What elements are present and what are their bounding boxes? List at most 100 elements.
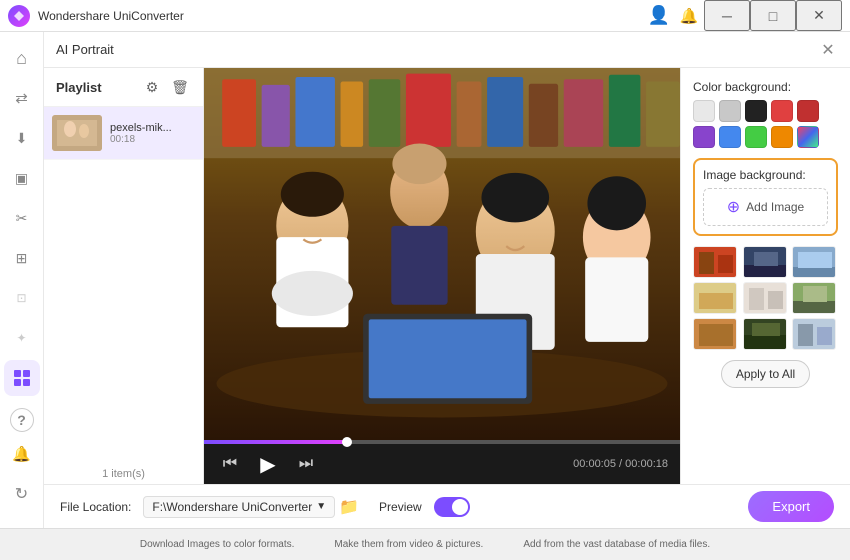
total-time: 00:00:18: [625, 458, 668, 470]
dialog-header: AI Portrait ✕: [44, 32, 850, 68]
user-icon-btn[interactable]: 👤: [644, 5, 674, 27]
bg-thumb-3[interactable]: [792, 246, 836, 278]
sidebar-help-btn[interactable]: ?: [10, 408, 34, 432]
forward-btn[interactable]: ⏭: [292, 450, 320, 478]
file-path-btn[interactable]: F:\Wondershare UniConverter ▼: [143, 496, 335, 518]
swatch-orange[interactable]: [771, 126, 793, 148]
color-bg-label: Color background:: [693, 80, 838, 94]
video-scene: [204, 68, 680, 440]
app-logo: [8, 5, 30, 27]
status-bar: Download Images to color formats. Make t…: [0, 528, 850, 560]
video-display: [204, 68, 680, 440]
progress-handle: [342, 437, 352, 447]
sidebar-item-home[interactable]: ⌂: [4, 40, 40, 76]
playlist-settings-btn[interactable]: ⚙: [141, 76, 163, 98]
file-path-text: F:\Wondershare UniConverter: [152, 500, 312, 514]
sidebar-refresh-btn[interactable]: ↻: [4, 476, 40, 512]
playlist-title: Playlist: [56, 80, 102, 95]
maximize-btn[interactable]: □: [750, 0, 796, 31]
playlist-item-name: pexels-mik...: [110, 122, 195, 134]
bottom-bar: File Location: F:\Wondershare UniConvert…: [44, 484, 850, 528]
export-btn[interactable]: Export: [748, 491, 834, 522]
close-btn[interactable]: ✕: [796, 0, 842, 31]
play-btn[interactable]: ▶: [252, 448, 284, 480]
playlist-item-duration: 00:18: [110, 134, 195, 145]
file-location-label: File Location:: [60, 500, 131, 514]
bg-thumb-4[interactable]: [693, 282, 737, 314]
preview-label: Preview: [379, 500, 422, 514]
right-panel: Color background:: [680, 68, 850, 484]
status-item-2: Make them from video & pictures.: [334, 539, 483, 550]
image-bg-section: Image background: ⊕ Add Image: [693, 158, 838, 236]
color-swatches: [693, 100, 838, 148]
bg-thumb-6[interactable]: [792, 282, 836, 314]
image-bg-label: Image background:: [703, 168, 828, 182]
sidebar: ⌂ ⇄ ⬇ ▣ ✂ ⊞ ⊡ ✦ ? 🔔 ↻: [0, 32, 44, 528]
app-title: Wondershare UniConverter: [38, 9, 341, 23]
titlebar: Wondershare UniConverter 👤 🔔 ─ □ ✕: [0, 0, 850, 32]
bg-thumbnails: [693, 246, 838, 350]
swatch-light-gray[interactable]: [719, 100, 741, 122]
swatch-multicolor[interactable]: [797, 126, 819, 148]
playlist-item[interactable]: pexels-mik... 00:18: [44, 107, 203, 160]
video-area: ⏮ ▶ ⏭ 00:00:05 / 00:00:18: [204, 68, 680, 484]
playlist-thumbnail: [52, 115, 102, 151]
bg-thumb-8[interactable]: [743, 318, 787, 350]
sidebar-bottom: ? 🔔 ↻: [4, 408, 40, 520]
swatch-black[interactable]: [745, 100, 767, 122]
bg-thumb-2[interactable]: [743, 246, 787, 278]
main-layout: ⌂ ⇄ ⬇ ▣ ✂ ⊞ ⊡ ✦ ? 🔔 ↻ AI Portrait ✕: [0, 32, 850, 528]
progress-bar[interactable]: [204, 440, 680, 444]
apply-all-btn[interactable]: Apply to All: [721, 360, 810, 388]
sidebar-bell-btn[interactable]: 🔔: [4, 436, 40, 472]
thumb-image: [52, 115, 102, 151]
bg-thumb-5[interactable]: [743, 282, 787, 314]
minimize-btn[interactable]: ─: [704, 0, 750, 31]
current-time: 00:00:05: [573, 458, 616, 470]
sidebar-item-screen[interactable]: ▣: [4, 160, 40, 196]
status-item-1: Download Images to color formats.: [140, 539, 295, 550]
playlist-header: Playlist ⚙ 🗑: [44, 68, 203, 107]
dialog-title: AI Portrait: [56, 42, 114, 57]
sidebar-item-scissors[interactable]: ✂: [4, 200, 40, 236]
toggle-knob: [452, 499, 468, 515]
sidebar-item-effects[interactable]: ✦: [4, 320, 40, 356]
playlist-panel: Playlist ⚙ 🗑: [44, 68, 204, 484]
notification-btn[interactable]: 🔔: [674, 5, 704, 27]
controls-row: ⏮ ▶ ⏭ 00:00:05 / 00:00:18: [204, 444, 680, 484]
bg-thumb-9[interactable]: [792, 318, 836, 350]
swatch-dark-red[interactable]: [797, 100, 819, 122]
swatch-red[interactable]: [771, 100, 793, 122]
sidebar-item-grid[interactable]: [4, 360, 40, 396]
swatch-green[interactable]: [745, 126, 767, 148]
progress-fill: [204, 440, 347, 444]
status-item-3: Add from the vast database of media file…: [523, 539, 710, 550]
dialog-close-btn[interactable]: ✕: [816, 38, 840, 62]
dialog-body: Playlist ⚙ 🗑: [44, 68, 850, 484]
preview-toggle[interactable]: [434, 497, 470, 517]
open-folder-btn[interactable]: 📁: [339, 497, 359, 517]
plus-icon: ⊕: [727, 197, 740, 217]
playlist-actions: ⚙ 🗑: [141, 76, 191, 98]
ai-portrait-dialog: AI Portrait ✕ Playlist ⚙ 🗑: [44, 32, 850, 528]
bg-thumb-1[interactable]: [693, 246, 737, 278]
item-count: 1 item(s): [44, 464, 203, 484]
swatch-purple[interactable]: [693, 126, 715, 148]
swatch-blue[interactable]: [719, 126, 741, 148]
rewind-btn[interactable]: ⏮: [216, 450, 244, 478]
sidebar-item-convert[interactable]: ⇄: [4, 80, 40, 116]
bg-thumb-7[interactable]: [693, 318, 737, 350]
sidebar-item-download[interactable]: ⬇: [4, 120, 40, 156]
swatch-white[interactable]: [693, 100, 715, 122]
add-image-btn[interactable]: ⊕ Add Image: [703, 188, 828, 226]
time-display: 00:00:05 / 00:00:18: [573, 458, 668, 470]
color-bg-section: Color background:: [693, 80, 838, 148]
file-path-display: F:\Wondershare UniConverter ▼ 📁: [143, 496, 359, 518]
playback-controls: ⏮ ▶ ⏭: [216, 448, 320, 480]
playlist-delete-btn[interactable]: 🗑: [169, 76, 191, 98]
content-area: AI Portrait ✕ Playlist ⚙ 🗑: [44, 32, 850, 528]
playlist-item-info: pexels-mik... 00:18: [110, 122, 195, 145]
sidebar-item-compress[interactable]: ⊡: [4, 280, 40, 316]
chevron-down-icon: ▼: [316, 501, 326, 512]
sidebar-item-merge[interactable]: ⊞: [4, 240, 40, 276]
